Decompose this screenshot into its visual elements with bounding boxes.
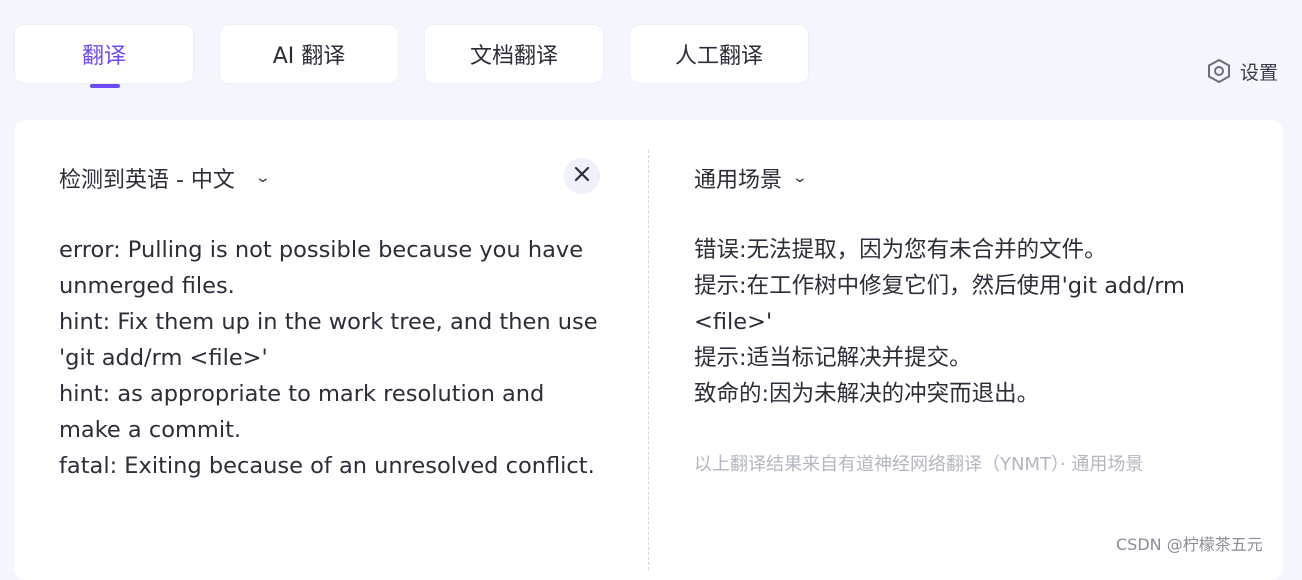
source-line: error: Pulling is not possible because y… xyxy=(59,237,584,263)
chevron-down-icon: ⌄ xyxy=(791,170,809,186)
clear-text-button[interactable] xyxy=(564,158,600,194)
settings-label: 设置 xyxy=(1240,61,1279,84)
panel-divider xyxy=(648,150,649,570)
hexagon-settings-icon xyxy=(1206,58,1232,84)
translation-panel: 检测到英语 - 中文 ⌄ error: Pulling is not possi… xyxy=(14,120,1283,580)
watermark: CSDN @柠檬茶五元 xyxy=(1116,535,1263,554)
scene-selector[interactable]: 通用场景 ⌄ xyxy=(694,162,809,194)
source-line: fatal: Exiting because of an unresolved … xyxy=(59,453,595,479)
tab-ai-translate-label: AI 翻译 xyxy=(272,44,346,69)
translation-result: 错误:无法提取，因为您有未合并的文件。 提示:在工作树中修复它们，然后使用'gi… xyxy=(694,232,1254,412)
source-line: hint: Fix them up in the work tree, and … xyxy=(59,309,598,335)
tab-translate-label: 翻译 xyxy=(81,44,126,69)
scene-label: 通用场景 xyxy=(694,168,783,193)
tab-translate[interactable]: 翻译 xyxy=(14,24,194,88)
source-line: hint: as appropriate to mark resolution … xyxy=(59,381,545,407)
target-line: 提示:在工作树中修复它们，然后使用'git add/rm xyxy=(694,273,1185,299)
target-line: <file>' xyxy=(694,309,773,335)
active-tab-indicator xyxy=(90,84,120,88)
chevron-down-icon: ⌄ xyxy=(254,170,272,186)
source-language-selector[interactable]: 检测到英语 - 中文 ⌄ xyxy=(59,162,272,194)
tab-human-translate[interactable]: 人工翻译 xyxy=(629,24,809,84)
source-line: make a commit. xyxy=(59,417,242,443)
translation-mode-tabs: 翻译 AI 翻译 文档翻译 人工翻译 xyxy=(14,24,809,88)
tab-ai-translate[interactable]: AI 翻译 xyxy=(219,24,399,84)
target-line: 错误:无法提取，因为您有未合并的文件。 xyxy=(694,237,1107,263)
close-icon xyxy=(574,166,590,186)
source-line: unmerged files. xyxy=(59,273,235,299)
tab-human-translate-label: 人工翻译 xyxy=(674,44,763,69)
tab-document-translate-label: 文档翻译 xyxy=(469,44,558,69)
target-line: 提示:适当标记解决并提交。 xyxy=(694,345,972,371)
target-line: 致命的:因为未解决的冲突而退出。 xyxy=(694,381,1040,407)
tab-document-translate[interactable]: 文档翻译 xyxy=(424,24,604,84)
source-language-label: 检测到英语 - 中文 xyxy=(59,168,235,193)
source-line: 'git add/rm <file>' xyxy=(59,345,268,371)
translation-attribution: 以上翻译结果来自有道神经网络翻译（YNMT）· 通用场景 xyxy=(694,454,1144,475)
source-text-area[interactable]: error: Pulling is not possible because y… xyxy=(59,232,619,484)
settings-button[interactable]: 设置 xyxy=(1206,56,1278,86)
